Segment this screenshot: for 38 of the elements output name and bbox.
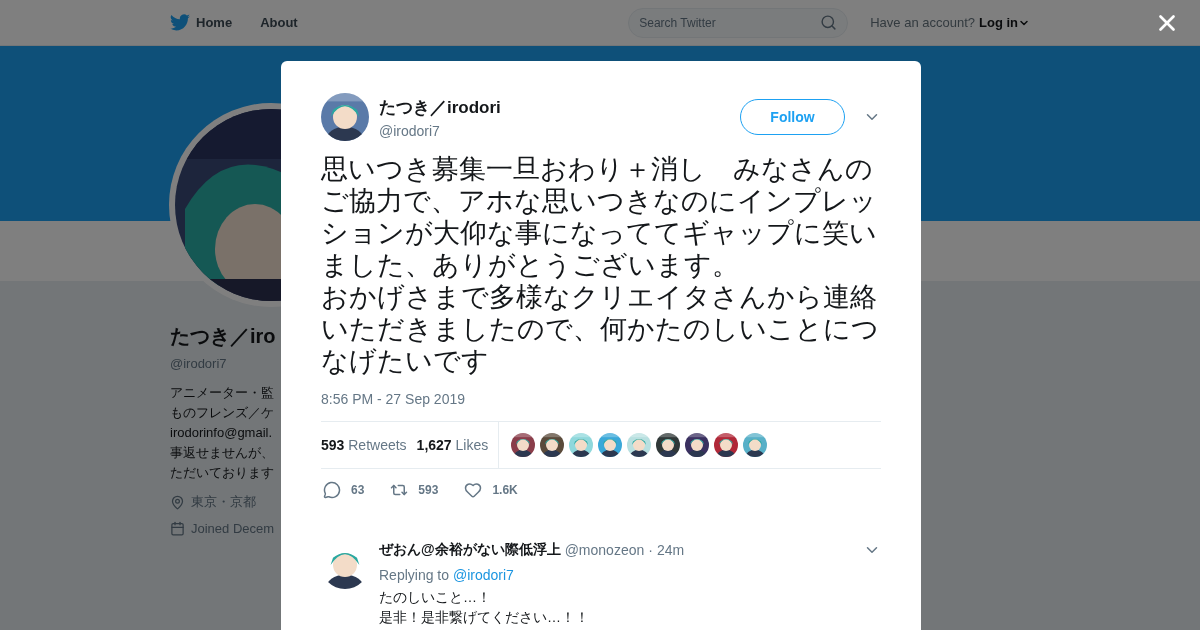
reply-button[interactable]: 63 <box>323 481 365 499</box>
search-field[interactable]: Search Twitter <box>628 7 849 38</box>
reply-text: たのしいこと…！ 是非！是非繋げてください…！！ <box>379 588 590 627</box>
tweet-timestamp: 8:56 PM - 27 Sep 2019 <box>321 391 466 407</box>
stat-link[interactable]: 1,627 Likes <box>416 437 489 453</box>
like-icon <box>464 481 483 499</box>
follow-button[interactable]: Follow <box>740 99 845 135</box>
bio-line: ものフレンズ／ケ <box>170 404 274 422</box>
bio-line: irodorinfo@gmail. <box>170 424 273 442</box>
joined-date: Joined Decem <box>191 521 275 536</box>
reply-time: 24m <box>656 542 685 558</box>
retweet-button[interactable]: 593 <box>390 481 439 499</box>
account-prompt: Have an account? <box>870 15 975 30</box>
bird-icon <box>170 14 190 31</box>
separator-dot: · <box>648 542 653 558</box>
location-icon <box>170 494 185 510</box>
tweet-text: 思いつき募集一旦おわり＋消し みなさんのご協力で、アホな思いつきなのにインプレッションが大仰な事になっててギャップに笑いました、ありがとうございます。 <box>321 153 878 281</box>
stat-link[interactable]: 593 Retweets <box>321 437 407 453</box>
author-handle: @irodori7 <box>379 122 441 139</box>
replying-to: Replying to @irodori7 <box>379 567 515 583</box>
reply-icon <box>323 481 341 499</box>
profile-handle: @irodori7 <box>170 356 227 371</box>
reply-author-handle: @monozeon <box>564 542 645 558</box>
bio-line: アニメーター・監 <box>170 384 274 402</box>
mention-link[interactable]: @irodori7 <box>452 567 514 583</box>
reply-author-name: ぜおん@余裕がない際低浮上 <box>379 541 561 559</box>
profile-location: 東京・京都 <box>191 493 256 511</box>
bio-line: 事返せませんが、 <box>170 444 274 462</box>
calendar-icon <box>170 521 185 536</box>
like-button[interactable]: 1.6K <box>464 481 518 499</box>
bio-line: ただいております <box>170 464 274 482</box>
search-icon <box>820 14 838 31</box>
tweet-text: おかげさまで多様なクリエイタさんから連絡いただきましたので、何かたのしいことにつなげたいです <box>321 281 880 377</box>
login-link[interactable]: Log in <box>979 15 1030 30</box>
nav-link[interactable]: Home <box>170 14 233 31</box>
author-name: たつき／irodori <box>379 96 501 119</box>
nav-link[interactable]: About <box>260 15 298 30</box>
profile-name: たつき／iro <box>170 324 276 349</box>
